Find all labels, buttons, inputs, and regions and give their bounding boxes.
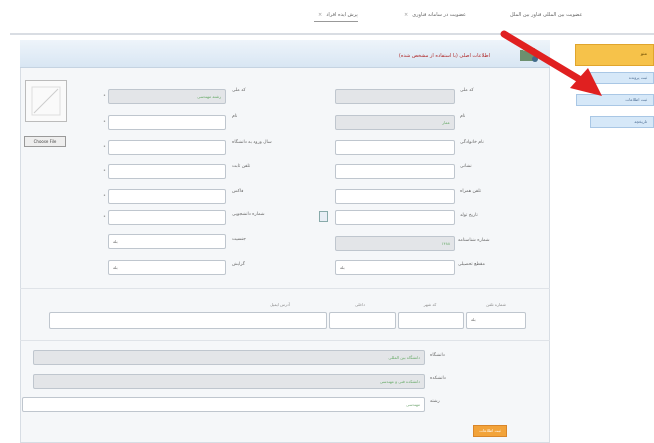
required-marker: • (103, 214, 106, 220)
country-code-select[interactable]: بله (466, 312, 526, 329)
field-label: شماره شناسنامه (458, 238, 490, 243)
required-marker: • (103, 93, 106, 99)
id-number-field[interactable]: ۱۴۸۸ (335, 236, 455, 251)
student-number-field[interactable] (108, 210, 226, 225)
side-menu-title: منو (640, 52, 647, 57)
choose-file-button[interactable]: Choose File (24, 136, 66, 147)
faculty-field[interactable]: دانشکده فنی و مهندسی (33, 374, 425, 389)
required-marker: • (103, 168, 106, 174)
field-label: جنسیت (232, 237, 246, 242)
degree-select[interactable]: بله (335, 260, 455, 275)
field-label: دانشکده (430, 376, 446, 381)
required-marker: • (103, 193, 106, 199)
top-tab-bar: × پرش ایده افراد × عضویت در سامانه فناوری … (0, 0, 654, 34)
field-label: نام (232, 114, 238, 119)
column-header: آدرس ایمیل (270, 302, 290, 307)
mobile-field[interactable] (335, 189, 455, 204)
panel-header: اطلاعات اصلی (با استفاده از مشخص شده) (20, 40, 550, 68)
page-title: اطلاعات اصلی (با استفاده از مشخص شده) (398, 53, 490, 59)
required-marker: • (103, 119, 106, 125)
image-placeholder-icon (31, 86, 61, 116)
avatar (25, 80, 67, 122)
tab-membership[interactable]: × عضویت در سامانه فناوری (400, 12, 466, 22)
email-field[interactable] (49, 312, 327, 329)
field-label: تلفن همراه (460, 189, 481, 194)
close-icon[interactable]: × (404, 12, 408, 18)
field-label: کد ملی (460, 88, 474, 93)
calendar-icon[interactable] (319, 211, 328, 222)
name-field[interactable]: عمار (335, 115, 455, 130)
field-label: نام (460, 114, 466, 119)
column-header: شماره تلفن (486, 302, 506, 307)
orientation-select[interactable]: بله (108, 260, 226, 275)
field-label: گرایش (232, 262, 245, 267)
birthdate-field[interactable] (335, 210, 455, 225)
close-icon[interactable]: × (318, 12, 322, 18)
address-field[interactable] (335, 164, 455, 179)
column-header: کد شهر (423, 302, 437, 307)
field-label: نام خانوادگی (460, 140, 484, 145)
arrow-icon (500, 30, 602, 96)
fax-field[interactable] (108, 189, 226, 204)
field-label: رشته (430, 399, 440, 404)
section-divider (20, 340, 550, 341)
phone-field[interactable] (108, 164, 226, 179)
section-divider (20, 288, 550, 289)
field-label: شماره دانشجویی (232, 212, 265, 217)
last-name-field[interactable] (335, 140, 455, 155)
field-label: تلفن ثابت (232, 164, 251, 169)
tab-international[interactable]: عضویت بین المللی فناور بین الملل (510, 12, 582, 22)
field-label: فاکس (232, 189, 244, 194)
major-field[interactable]: رشته مهندسی (108, 89, 226, 104)
area-code-field[interactable] (398, 312, 464, 329)
entry-year-field[interactable] (108, 140, 226, 155)
university-field[interactable]: دانشگاه بین المللی (33, 350, 425, 365)
tab-idea[interactable]: × پرش ایده افراد (314, 12, 358, 22)
column-header: داخلی (354, 302, 366, 307)
side-menu-item[interactable]: تاریخچه (590, 116, 654, 128)
field-label: تاریخ تولد (460, 213, 478, 218)
gender-select[interactable]: بله (108, 234, 226, 249)
field-label: دانشگاه (430, 353, 445, 358)
first-name-field[interactable] (108, 115, 226, 130)
required-marker: • (103, 144, 106, 150)
major-select[interactable]: مهندسی (22, 397, 425, 412)
extension-field[interactable] (329, 312, 396, 329)
field-label: مقطع تحصیلی (458, 262, 485, 267)
field-label: سال ورود به دانشگاه (232, 140, 272, 145)
field-label: نشانی (460, 164, 472, 169)
field-label: کد ملی (232, 88, 246, 93)
save-button[interactable]: ثبت اطلاعات (473, 425, 507, 437)
national-code-field[interactable] (335, 89, 455, 104)
